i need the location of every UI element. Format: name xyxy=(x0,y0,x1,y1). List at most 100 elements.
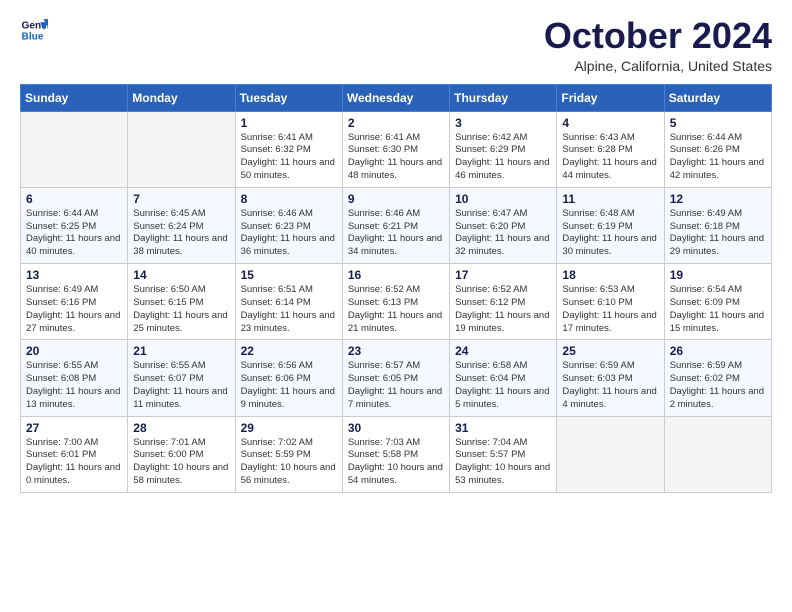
day-info: Sunrise: 6:53 AM Sunset: 6:10 PM Dayligh… xyxy=(562,284,658,335)
day-info: Sunrise: 6:45 AM Sunset: 6:24 PM Dayligh… xyxy=(133,208,229,259)
logo: General Blue xyxy=(20,16,48,44)
table-row: 31Sunrise: 7:04 AM Sunset: 5:57 PM Dayli… xyxy=(450,416,557,492)
day-info: Sunrise: 6:55 AM Sunset: 6:08 PM Dayligh… xyxy=(26,360,122,411)
day-number: 3 xyxy=(455,116,551,130)
day-info: Sunrise: 6:41 AM Sunset: 6:30 PM Dayligh… xyxy=(348,132,444,183)
table-row: 18 Sunrise: 6:53 AM Sunset: 6:10 PM Dayli… xyxy=(557,264,664,340)
table-row: 7 Sunrise: 6:45 AM Sunset: 6:24 PM Daylig… xyxy=(128,187,235,263)
day-info: Sunrise: 6:49 AM Sunset: 6:18 PM Dayligh… xyxy=(670,208,766,259)
day-number: 2 xyxy=(348,116,444,130)
table-row: 3 Sunrise: 6:42 AM Sunset: 6:29 PM Daylig… xyxy=(450,111,557,187)
table-row: 20 Sunrise: 6:55 AM Sunset: 6:08 PM Dayli… xyxy=(21,340,128,416)
table-row: 8 Sunrise: 6:46 AM Sunset: 6:23 PM Daylig… xyxy=(235,187,342,263)
table-row: 13 Sunrise: 6:49 AM Sunset: 6:16 PM Dayli… xyxy=(21,264,128,340)
table-row xyxy=(128,111,235,187)
table-row: 25Sunrise: 6:59 AM Sunset: 6:03 PM Dayli… xyxy=(557,340,664,416)
col-sunday: Sunday xyxy=(21,84,128,111)
day-info: Sunrise: 6:48 AM Sunset: 6:19 PM Dayligh… xyxy=(562,208,658,259)
month-title: October 2024 xyxy=(544,16,772,56)
day-info: Sunrise: 6:59 AM Sunset: 6:02 PM Dayligh… xyxy=(670,360,766,411)
table-row: 24Sunrise: 6:58 AM Sunset: 6:04 PM Dayli… xyxy=(450,340,557,416)
calendar-week-row: 1 Sunrise: 6:41 AM Sunset: 6:32 PM Daylig… xyxy=(21,111,772,187)
col-saturday: Saturday xyxy=(664,84,771,111)
day-info: Sunrise: 6:46 AM Sunset: 6:21 PM Dayligh… xyxy=(348,208,444,259)
day-number: 27 xyxy=(26,421,122,435)
day-number: 1 xyxy=(241,116,337,130)
table-row: 11 Sunrise: 6:48 AM Sunset: 6:19 PM Dayli… xyxy=(557,187,664,263)
table-row: 23 Sunrise: 6:57 AM Sunset: 6:05 PM Dayli… xyxy=(342,340,449,416)
day-info: Sunrise: 6:55 AM Sunset: 6:07 PM Dayligh… xyxy=(133,360,229,411)
table-row: 2 Sunrise: 6:41 AM Sunset: 6:30 PM Daylig… xyxy=(342,111,449,187)
day-info: Sunrise: 6:47 AM Sunset: 6:20 PM Dayligh… xyxy=(455,208,551,259)
day-number: 5 xyxy=(670,116,766,130)
day-number: 8 xyxy=(241,192,337,206)
svg-text:Blue: Blue xyxy=(22,31,44,42)
day-number: 11 xyxy=(562,192,658,206)
day-number: 24 xyxy=(455,344,551,358)
calendar-week-row: 6 Sunrise: 6:44 AM Sunset: 6:25 PM Daylig… xyxy=(21,187,772,263)
day-number: 10 xyxy=(455,192,551,206)
col-friday: Friday xyxy=(557,84,664,111)
table-row: 15 Sunrise: 6:51 AM Sunset: 6:14 PM Dayli… xyxy=(235,264,342,340)
day-number: 18 xyxy=(562,268,658,282)
day-info: Sunrise: 6:59 AM Sunset: 6:03 PM Dayligh… xyxy=(562,360,658,411)
table-row: 28 Sunrise: 7:01 AM Sunset: 6:00 PM Dayli… xyxy=(128,416,235,492)
day-number: 30 xyxy=(348,421,444,435)
table-row: 22 Sunrise: 6:56 AM Sunset: 6:06 PM Dayli… xyxy=(235,340,342,416)
location: Alpine, California, United States xyxy=(544,58,772,74)
day-number: 23 xyxy=(348,344,444,358)
day-info: Sunrise: 7:03 AM Sunset: 5:58 PM Dayligh… xyxy=(348,437,444,488)
day-info: Sunrise: 7:00 AM Sunset: 6:01 PM Dayligh… xyxy=(26,437,122,488)
day-header-row: Sunday Monday Tuesday Wednesday Thursday… xyxy=(21,84,772,111)
day-info: Sunrise: 6:57 AM Sunset: 6:05 PM Dayligh… xyxy=(348,360,444,411)
day-info: Sunrise: 6:43 AM Sunset: 6:28 PM Dayligh… xyxy=(562,132,658,183)
day-info: Sunrise: 6:51 AM Sunset: 6:14 PM Dayligh… xyxy=(241,284,337,335)
day-number: 16 xyxy=(348,268,444,282)
day-number: 7 xyxy=(133,192,229,206)
calendar-week-row: 13 Sunrise: 6:49 AM Sunset: 6:16 PM Dayli… xyxy=(21,264,772,340)
day-info: Sunrise: 7:02 AM Sunset: 5:59 PM Dayligh… xyxy=(241,437,337,488)
page: General Blue October 2024 Alpine, Califo… xyxy=(0,0,792,509)
day-number: 12 xyxy=(670,192,766,206)
table-row: 10 Sunrise: 6:47 AM Sunset: 6:20 PM Dayli… xyxy=(450,187,557,263)
table-row: 1 Sunrise: 6:41 AM Sunset: 6:32 PM Daylig… xyxy=(235,111,342,187)
day-number: 4 xyxy=(562,116,658,130)
table-row: 19Sunrise: 6:54 AM Sunset: 6:09 PM Dayli… xyxy=(664,264,771,340)
day-number: 6 xyxy=(26,192,122,206)
table-row: 29Sunrise: 7:02 AM Sunset: 5:59 PM Dayli… xyxy=(235,416,342,492)
day-info: Sunrise: 6:52 AM Sunset: 6:12 PM Dayligh… xyxy=(455,284,551,335)
day-number: 19 xyxy=(670,268,766,282)
col-wednesday: Wednesday xyxy=(342,84,449,111)
table-row xyxy=(21,111,128,187)
table-row: 26 Sunrise: 6:59 AM Sunset: 6:02 PM Dayli… xyxy=(664,340,771,416)
day-number: 22 xyxy=(241,344,337,358)
col-monday: Monday xyxy=(128,84,235,111)
day-info: Sunrise: 6:41 AM Sunset: 6:32 PM Dayligh… xyxy=(241,132,337,183)
day-number: 13 xyxy=(26,268,122,282)
calendar-week-row: 27 Sunrise: 7:00 AM Sunset: 6:01 PM Dayli… xyxy=(21,416,772,492)
calendar-week-row: 20 Sunrise: 6:55 AM Sunset: 6:08 PM Dayli… xyxy=(21,340,772,416)
table-row: 6 Sunrise: 6:44 AM Sunset: 6:25 PM Daylig… xyxy=(21,187,128,263)
day-number: 14 xyxy=(133,268,229,282)
table-row: 9 Sunrise: 6:46 AM Sunset: 6:21 PM Daylig… xyxy=(342,187,449,263)
table-row: 21 Sunrise: 6:55 AM Sunset: 6:07 PM Dayli… xyxy=(128,340,235,416)
table-row xyxy=(557,416,664,492)
day-number: 21 xyxy=(133,344,229,358)
day-info: Sunrise: 6:52 AM Sunset: 6:13 PM Dayligh… xyxy=(348,284,444,335)
day-info: Sunrise: 6:49 AM Sunset: 6:16 PM Dayligh… xyxy=(26,284,122,335)
header: General Blue October 2024 Alpine, Califo… xyxy=(20,16,772,74)
day-number: 9 xyxy=(348,192,444,206)
table-row: 17Sunrise: 6:52 AM Sunset: 6:12 PM Dayli… xyxy=(450,264,557,340)
day-info: Sunrise: 7:01 AM Sunset: 6:00 PM Dayligh… xyxy=(133,437,229,488)
day-info: Sunrise: 6:44 AM Sunset: 6:25 PM Dayligh… xyxy=(26,208,122,259)
day-number: 28 xyxy=(133,421,229,435)
day-info: Sunrise: 6:42 AM Sunset: 6:29 PM Dayligh… xyxy=(455,132,551,183)
day-number: 26 xyxy=(670,344,766,358)
logo-icon: General Blue xyxy=(20,16,48,44)
day-info: Sunrise: 7:04 AM Sunset: 5:57 PM Dayligh… xyxy=(455,437,551,488)
day-info: Sunrise: 6:46 AM Sunset: 6:23 PM Dayligh… xyxy=(241,208,337,259)
day-info: Sunrise: 6:56 AM Sunset: 6:06 PM Dayligh… xyxy=(241,360,337,411)
col-tuesday: Tuesday xyxy=(235,84,342,111)
day-number: 15 xyxy=(241,268,337,282)
day-number: 20 xyxy=(26,344,122,358)
